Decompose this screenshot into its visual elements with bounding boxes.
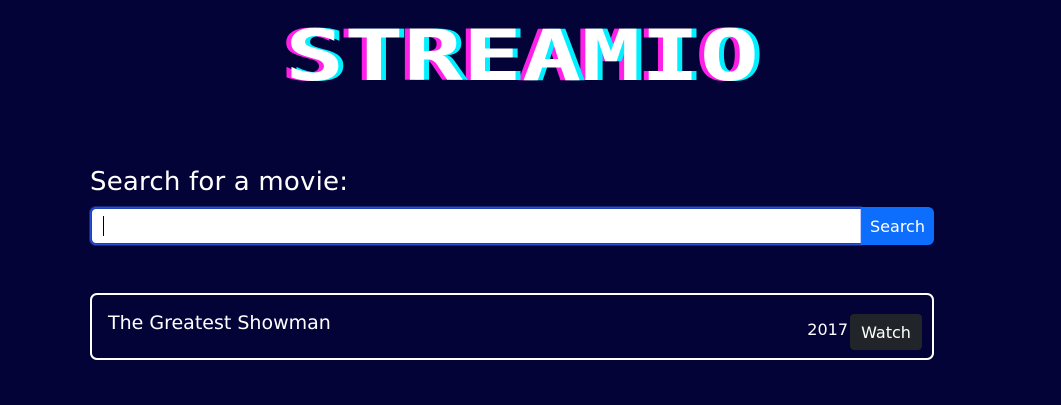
search-input[interactable] [89, 206, 862, 246]
watch-button[interactable]: Watch [850, 314, 922, 350]
logo-graphic: STREAMIO STREAMIO STREAMIO [280, 22, 764, 90]
movie-title: The Greatest Showman [108, 312, 331, 334]
search-label: Search for a movie: [90, 167, 349, 197]
result-card: The Greatest Showman 2017 Watch [90, 293, 934, 360]
search-form: Search [89, 206, 934, 246]
movie-year: 2017 [807, 320, 848, 339]
logo-text: STREAMIO [285, 22, 759, 90]
search-button[interactable]: Search [861, 207, 934, 245]
site-logo[interactable]: STREAMIO STREAMIO STREAMIO [0, 22, 1061, 90]
search-input-wrap [89, 206, 862, 246]
text-caret [103, 216, 104, 236]
